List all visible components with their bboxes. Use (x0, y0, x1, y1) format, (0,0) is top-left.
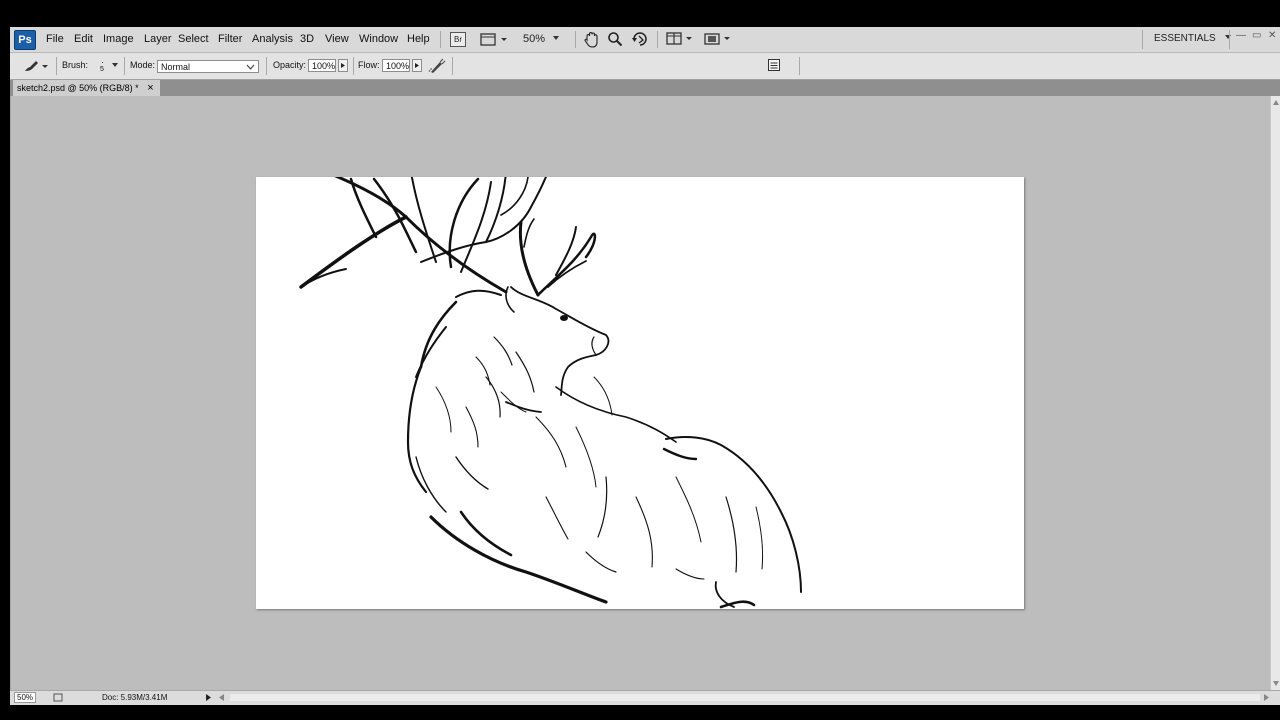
photoshop-logo[interactable]: Ps (14, 30, 36, 50)
scroll-down-icon[interactable] (1272, 680, 1280, 687)
divider (266, 57, 267, 75)
hand-tool-button[interactable] (583, 31, 601, 48)
rotate-view-icon (632, 32, 647, 46)
airbrush-toggle[interactable] (427, 57, 447, 75)
scroll-left-icon[interactable] (218, 693, 226, 702)
hand-icon (584, 31, 598, 48)
doc-size-info: Doc: 5.93M/3.41M (102, 693, 168, 702)
divider (575, 31, 576, 48)
document-tab-strip: sketch2.psd @ 50% (RGB/8) * × (10, 80, 1280, 96)
divider (452, 57, 453, 75)
menu-help[interactable]: Help (407, 33, 430, 45)
screen-mode-button[interactable] (704, 31, 734, 47)
zoom-level-value: 50% (523, 33, 546, 45)
menu-edit[interactable]: Edit (74, 33, 93, 45)
document-canvas[interactable] (256, 177, 1024, 609)
chevron-down-icon (553, 36, 560, 40)
menu-analysis[interactable]: Analysis (252, 33, 293, 45)
chevron-down-icon (112, 63, 118, 67)
restore-button[interactable]: ▭ (1252, 30, 1261, 46)
chevron-down-icon (246, 64, 255, 70)
menu-file[interactable]: File (46, 33, 64, 45)
bridge-button[interactable]: Br (450, 32, 466, 47)
divider (56, 57, 57, 75)
menu-image[interactable]: Image (103, 33, 134, 45)
menu-3d[interactable]: 3D (300, 33, 314, 45)
tool-preset-picker[interactable] (22, 58, 50, 77)
menu-layer[interactable]: Layer (144, 33, 172, 45)
mini-bridge-icon (480, 33, 507, 46)
scroll-right-icon[interactable] (1262, 693, 1270, 702)
horizontal-scrollbar[interactable] (230, 694, 1260, 701)
menu-bar: Ps File Edit Image Layer Select Filter A… (10, 27, 1280, 53)
divider (1142, 30, 1143, 49)
divider (799, 57, 800, 75)
brush-panel-icon (768, 59, 780, 71)
opacity-field[interactable]: 100% (308, 59, 336, 72)
divider (124, 57, 125, 75)
mini-bridge-button[interactable] (479, 30, 509, 46)
opacity-slider-button[interactable] (338, 59, 348, 72)
status-preview-icon[interactable] (53, 693, 63, 702)
status-menu-icon[interactable] (204, 693, 212, 702)
scroll-up-icon[interactable] (1272, 99, 1280, 106)
brush-size-value: 5 (100, 66, 104, 73)
document-tab-title: sketch2.psd @ 50% (RGB/8) * (17, 83, 139, 93)
elk-sketch-artwork (299, 177, 802, 609)
rotate-view-button[interactable] (631, 31, 649, 47)
close-button[interactable]: ✕ (1268, 30, 1276, 46)
close-tab-icon[interactable]: × (147, 82, 153, 94)
brush-picker[interactable]: · 5 (94, 57, 120, 74)
divider (657, 31, 658, 48)
vertical-scrollbar[interactable] (1270, 96, 1280, 690)
workspace-label: ESSENTIALS (1154, 33, 1216, 44)
airbrush-icon (428, 58, 446, 73)
divider (1229, 30, 1230, 49)
status-bar: 50% Doc: 5.93M/3.41M (10, 690, 1280, 705)
divider (440, 31, 441, 48)
brush-panel-toggle[interactable] (767, 58, 781, 75)
mode-value: Normal (161, 62, 191, 72)
menu-select[interactable]: Select (178, 33, 209, 45)
minimize-button[interactable]: — (1236, 30, 1246, 46)
mode-label: Mode: (130, 60, 156, 70)
zoom-level-dropdown[interactable]: 50% (523, 33, 562, 49)
menu-window[interactable]: Window (359, 33, 398, 45)
mode-select[interactable]: Normal (157, 60, 259, 73)
workspace-switcher[interactable]: ESSENTIALS (1154, 33, 1235, 49)
status-zoom-field[interactable]: 50% (14, 692, 37, 703)
screen-mode-icon (704, 33, 730, 45)
brush-label: Brush: (62, 60, 89, 70)
menu-filter[interactable]: Filter (218, 33, 242, 45)
opacity-label: Opacity: (273, 60, 307, 70)
flow-label: Flow: (358, 60, 380, 70)
document-tab[interactable]: sketch2.psd @ 50% (RGB/8) * × (13, 80, 160, 96)
zoom-tool-button[interactable] (607, 31, 623, 47)
magnifier-icon (608, 32, 623, 47)
options-bar: Brush: · 5 Mode: Normal Opacity: 100% Fl… (10, 53, 1280, 80)
arrange-documents-button[interactable] (666, 31, 696, 47)
arrange-documents-icon (666, 32, 692, 45)
flow-field[interactable]: 100% (382, 59, 410, 72)
divider (353, 57, 354, 75)
triangle-right-icon (341, 63, 345, 68)
triangle-right-icon (415, 63, 419, 68)
brush-icon (25, 61, 48, 71)
flow-slider-button[interactable] (412, 59, 422, 72)
menu-view[interactable]: View (325, 33, 349, 45)
